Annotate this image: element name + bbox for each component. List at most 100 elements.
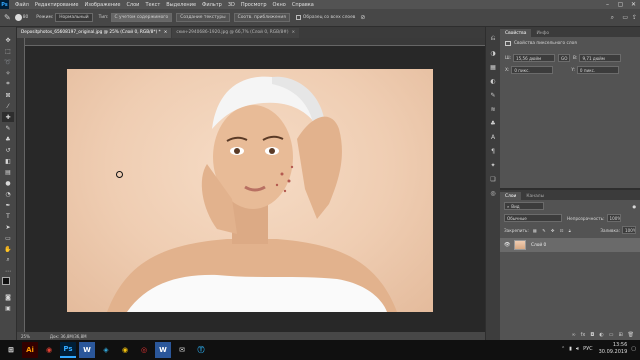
close-icon[interactable]: ✕ bbox=[627, 0, 640, 9]
styles-icon[interactable]: ✦ bbox=[488, 161, 498, 169]
fill-field[interactable]: 100% bbox=[622, 226, 636, 234]
lock-icons[interactable]: ▦ ✎ ✥ ⊡ 🔒︎ bbox=[533, 228, 573, 233]
spot-healing-brush-icon[interactable]: ✎ bbox=[4, 13, 11, 22]
screen-mode-icon[interactable]: ▣ bbox=[2, 303, 14, 313]
document-image[interactable] bbox=[67, 69, 433, 312]
type-content-aware-button[interactable]: С учетом содержимого bbox=[110, 13, 173, 22]
libraries-icon[interactable]: ❏ bbox=[488, 175, 498, 183]
more-tools-icon[interactable]: ⋯ bbox=[2, 266, 14, 276]
eyedropper-tool-icon[interactable]: ⁄ bbox=[2, 101, 14, 111]
minimize-icon[interactable]: – bbox=[601, 0, 614, 9]
x-field[interactable]: 0 пикс. bbox=[511, 66, 554, 74]
menu-3d[interactable]: 3D bbox=[225, 2, 238, 8]
search-icon[interactable]: ⌕ bbox=[611, 14, 614, 22]
volume-icon[interactable]: 🔊︎ bbox=[576, 346, 579, 352]
browser-icon[interactable]: ◉ bbox=[41, 342, 57, 358]
canvas-area[interactable] bbox=[25, 46, 485, 332]
character-icon[interactable]: A bbox=[488, 133, 498, 141]
history-icon[interactable]: ⎌ bbox=[488, 35, 498, 43]
healing-brush-tool-icon[interactable]: ✚ bbox=[2, 112, 14, 122]
app-icon[interactable]: ◈ bbox=[98, 342, 114, 358]
move-tool-icon[interactable]: ✥ bbox=[2, 35, 14, 45]
opacity-field[interactable]: 100% bbox=[606, 214, 621, 222]
menu-help[interactable]: Справка bbox=[289, 2, 317, 8]
clock[interactable]: 13:56 30.09.2019 bbox=[599, 342, 628, 355]
share-icon[interactable]: ⇪ bbox=[632, 14, 637, 21]
tray-arrow-icon[interactable]: ⌃ bbox=[561, 346, 565, 352]
history-brush-tool-icon[interactable]: ↺ bbox=[2, 145, 14, 155]
layer-filter-select[interactable]: ⌕ Вид bbox=[504, 202, 544, 210]
menu-file[interactable]: Файл bbox=[12, 2, 32, 8]
pen-tool-icon[interactable]: ✒ bbox=[2, 200, 14, 210]
filter-toggle-icon[interactable]: ● bbox=[632, 204, 636, 209]
group-icon[interactable]: ▭ bbox=[609, 332, 614, 338]
clone-stamp-tool-icon[interactable]: ♣ bbox=[2, 134, 14, 144]
trash-icon[interactable]: 🗑︎ bbox=[628, 332, 634, 338]
eye-icon[interactable]: 👁︎ bbox=[504, 242, 510, 248]
link-dimensions-button[interactable]: GO bbox=[558, 54, 571, 62]
menu-edit[interactable]: Редактирование bbox=[32, 2, 82, 8]
menu-layer[interactable]: Слои bbox=[123, 2, 142, 8]
menu-type[interactable]: Текст bbox=[142, 2, 163, 8]
blend-mode-select[interactable]: Обычные bbox=[504, 214, 562, 222]
mode-select[interactable]: Нормальный bbox=[55, 13, 93, 22]
layer-name[interactable]: Слой 0 bbox=[531, 243, 546, 248]
zoom-level[interactable]: 25% bbox=[21, 334, 30, 339]
magic-wand-tool-icon[interactable]: ✧ bbox=[2, 68, 14, 78]
crop-tool-icon[interactable]: ⌗ bbox=[2, 79, 14, 89]
adjustments-icon[interactable]: ◐ bbox=[488, 77, 498, 85]
dodge-tool-icon[interactable]: ◔ bbox=[2, 189, 14, 199]
tab-properties[interactable]: Свойства bbox=[500, 29, 532, 37]
network-icon[interactable]: ▮ bbox=[569, 346, 572, 352]
eraser-tool-icon[interactable]: ◧ bbox=[2, 156, 14, 166]
y-field[interactable]: 0 пикс. bbox=[576, 66, 619, 74]
sample-all-layers-checkbox[interactable]: Образец со всех слоев bbox=[295, 15, 355, 20]
height-field[interactable]: 9,71 дюйм bbox=[579, 54, 622, 62]
link-layers-icon[interactable]: ∞ bbox=[571, 332, 575, 338]
frame-tool-icon[interactable]: ⊠ bbox=[2, 90, 14, 100]
marquee-tool-icon[interactable]: ⬚ bbox=[2, 46, 14, 56]
brush-tool-icon[interactable]: ✎ bbox=[2, 123, 14, 133]
tab-info[interactable]: Инфо bbox=[531, 29, 554, 37]
brush-settings-icon[interactable]: ✎ bbox=[488, 91, 498, 99]
menu-image[interactable]: Изображение bbox=[81, 2, 123, 8]
type-tool-icon[interactable]: T bbox=[2, 211, 14, 221]
menu-filter[interactable]: Фильтр bbox=[199, 2, 225, 8]
notifications-icon[interactable]: ▢ bbox=[631, 346, 636, 352]
chrome-icon[interactable]: ◉ bbox=[117, 342, 133, 358]
type-texture-button[interactable]: Создание текстуры bbox=[176, 13, 230, 22]
photoshop-taskbar-icon[interactable]: Ps bbox=[60, 342, 76, 358]
blur-tool-icon[interactable]: ● bbox=[2, 178, 14, 188]
language-indicator[interactable]: РУС bbox=[583, 346, 593, 352]
word-icon[interactable]: W bbox=[79, 342, 95, 358]
swatches-icon[interactable]: ▦ bbox=[488, 63, 498, 71]
opera-icon[interactable]: ◎ bbox=[136, 342, 152, 358]
hand-tool-icon[interactable]: ✋ bbox=[2, 244, 14, 254]
workspace-icon[interactable]: ▭ bbox=[622, 14, 628, 21]
menu-select[interactable]: Выделение bbox=[163, 2, 199, 8]
brush-preset-icon[interactable] bbox=[14, 14, 22, 21]
color-icon[interactable]: ◑ bbox=[488, 49, 498, 57]
brushes-icon[interactable]: ≋ bbox=[488, 105, 498, 113]
type-proximity-button[interactable]: Соотв. приближения bbox=[233, 13, 290, 22]
paragraph-icon[interactable]: ¶ bbox=[488, 147, 498, 155]
word-icon-2[interactable]: W bbox=[155, 342, 171, 358]
menu-window[interactable]: Окно bbox=[270, 2, 289, 8]
quick-mask-icon[interactable]: ◙ bbox=[2, 292, 14, 302]
zoom-tool-icon[interactable]: ⌕ bbox=[2, 255, 14, 265]
maximize-icon[interactable]: ▢ bbox=[614, 0, 627, 9]
mask-icon[interactable]: ◘ bbox=[590, 332, 594, 338]
shape-tool-icon[interactable]: ▭ bbox=[2, 233, 14, 243]
width-field[interactable]: 15,56 дюйм bbox=[513, 54, 556, 62]
tab-layers[interactable]: Слои bbox=[500, 192, 522, 200]
layer-row[interactable]: 👁︎ Слой 0 bbox=[500, 238, 640, 252]
gradient-tool-icon[interactable]: ▤ bbox=[2, 167, 14, 177]
tab-channels[interactable]: Каналы bbox=[521, 192, 549, 200]
lasso-tool-icon[interactable]: ➰ bbox=[2, 57, 14, 67]
clone-source-icon[interactable]: ♣ bbox=[488, 119, 498, 127]
tab-document-2[interactable]: скин-2940686-1920.jpg @ 66,7% (Слой 0, R… bbox=[172, 28, 300, 38]
paths-icon[interactable]: ◎ bbox=[488, 189, 498, 197]
fx-icon[interactable]: fx bbox=[581, 332, 586, 338]
close-tab-icon[interactable]: × bbox=[164, 30, 168, 35]
path-selection-tool-icon[interactable]: ➤ bbox=[2, 222, 14, 232]
